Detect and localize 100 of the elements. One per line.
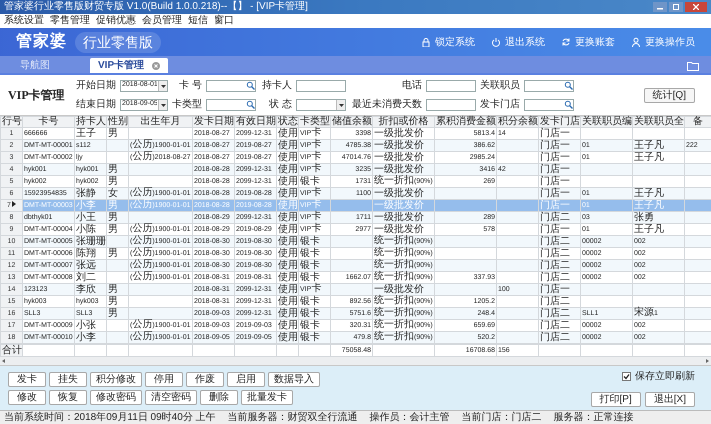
table-cell: 王子凡: [634, 200, 664, 210]
search-field[interactable]: [206, 98, 256, 110]
table-cell: 陈翔: [76, 248, 96, 258]
table-cell: 使用: [278, 320, 298, 330]
input-field[interactable]: [296, 80, 346, 92]
search-field[interactable]: [206, 80, 256, 92]
menu-item[interactable]: 会员管理: [142, 15, 182, 27]
close-icon: [693, 4, 699, 10]
action-button[interactable]: 停用: [145, 372, 183, 386]
search-icon[interactable]: [564, 100, 573, 109]
table-cell: 门店一: [540, 164, 570, 174]
print-button[interactable]: 打印[P]: [590, 392, 641, 407]
table-cell: 使用: [278, 128, 298, 138]
status-text: 当前服务器：财贸双全行流通: [228, 412, 358, 424]
column-header[interactable]: 状态: [276, 116, 298, 128]
table-cell: 小李: [76, 332, 96, 342]
header-action[interactable]: 锁定系统: [421, 34, 475, 50]
stats-button[interactable]: 统计[Q]: [644, 88, 695, 102]
table-cell: 银卡: [300, 332, 320, 342]
table-cell: 王子: [76, 128, 96, 138]
table-cell: 小张: [76, 320, 96, 330]
tab[interactable]: VIP卡管理: [90, 58, 168, 73]
search-icon[interactable]: [246, 81, 255, 90]
menu-item[interactable]: 窗口: [214, 15, 234, 27]
action-button[interactable]: 作废: [186, 372, 224, 386]
table-cell: 使用: [278, 272, 298, 282]
table-cell: 银卡: [300, 176, 320, 186]
table-cell: 男: [108, 164, 118, 174]
search-icon[interactable]: [246, 100, 255, 109]
table-cell: 门店一: [540, 176, 570, 186]
minimize-button[interactable]: [653, 2, 667, 12]
header-action[interactable]: 退出系统: [491, 34, 545, 50]
table-cell: 门店一: [540, 188, 570, 198]
menu-item[interactable]: 系统设置: [4, 15, 44, 27]
user-icon: [631, 37, 641, 47]
action-button[interactable]: 批量发卡: [241, 390, 293, 404]
exit-button[interactable]: 退出[X]: [644, 392, 695, 407]
action-button[interactable]: 清空密码: [145, 390, 197, 404]
action-button[interactable]: 删除: [200, 390, 238, 404]
action-button[interactable]: 挂失: [49, 372, 87, 386]
refresh-icon: [561, 37, 571, 47]
refresh-checkbox[interactable]: [622, 372, 631, 381]
action-button[interactable]: 数据导入: [268, 372, 320, 386]
action-button[interactable]: 启用: [227, 372, 265, 386]
table-cell: 门店二: [540, 272, 570, 282]
table-cell: 一级批发价: [374, 128, 424, 138]
table-cell: 张远: [76, 260, 96, 270]
total-label: 合计: [2, 344, 22, 356]
table-cell: 使用: [278, 260, 298, 270]
input-field[interactable]: [426, 98, 476, 110]
table-cell: 门店二: [540, 332, 570, 342]
field-label: 卡类型: [172, 98, 202, 112]
action-button[interactable]: 修改: [8, 390, 46, 404]
table-cell: 一级批发价: [374, 188, 424, 198]
folder-icon[interactable]: [687, 61, 699, 71]
table-cell: 使用: [278, 212, 298, 222]
header-action[interactable]: 更换账套: [561, 34, 615, 50]
horizontal-scrollbar[interactable]: [0, 357, 711, 365]
dropdown-icon[interactable]: [336, 100, 345, 110]
status-text: 当前门店：门店二: [462, 412, 542, 424]
table-cell: 李欣: [76, 284, 96, 294]
window-title: 管家婆行业零售版财贸专版 V1.0(Build 1.0.0.218)--【】 - [VIP卡管理]: [4, 1, 308, 13]
search-icon[interactable]: [564, 81, 573, 90]
table-cell: 使用: [278, 200, 298, 210]
table-cell: 门店二: [540, 308, 570, 318]
table-cell: 男: [108, 296, 118, 306]
table-cell: 男: [108, 284, 118, 294]
table-cell: 使用: [278, 140, 298, 150]
dropdown-icon[interactable]: [158, 80, 167, 90]
column-header[interactable]: 持卡人: [74, 116, 106, 128]
status-text: 当前系统时间：2018年09月11日 09时40分 上午: [4, 412, 216, 424]
input-field[interactable]: [426, 80, 476, 92]
tab-close-icon[interactable]: [152, 62, 160, 70]
table-cell: 门店一: [540, 284, 570, 294]
table-cell: 银卡: [300, 248, 320, 258]
table-cell: 银卡: [300, 308, 320, 318]
dropdown-field[interactable]: [296, 98, 346, 110]
field-label: 发卡门店: [480, 98, 520, 112]
table-cell: 门店一: [540, 128, 570, 138]
dropdown-icon[interactable]: [158, 100, 167, 110]
table-cell: 小王: [76, 212, 96, 222]
field-label: 最近未消费天数: [351, 98, 422, 112]
close-button[interactable]: [685, 2, 707, 12]
menu-item[interactable]: 零售管理: [50, 15, 90, 27]
table-cell: 女: [108, 188, 118, 198]
action-button[interactable]: 发卡: [8, 372, 46, 386]
table-cell: 门店一: [540, 140, 570, 150]
table-cell: 男: [108, 248, 118, 258]
action-button[interactable]: 积分修改: [90, 372, 142, 386]
table-cell: 王子凡: [634, 188, 664, 198]
power-icon: [491, 37, 501, 47]
menu-item[interactable]: 短信: [188, 15, 208, 27]
action-button[interactable]: 恢复: [49, 390, 87, 404]
search-field[interactable]: [524, 80, 574, 92]
restore-icon: [673, 4, 679, 10]
restore-button[interactable]: [669, 2, 683, 12]
action-button[interactable]: 修改密码: [90, 390, 142, 404]
search-field[interactable]: [524, 98, 574, 110]
menu-item[interactable]: 促销优惠: [96, 15, 136, 27]
table-cell: 使用: [278, 176, 298, 186]
